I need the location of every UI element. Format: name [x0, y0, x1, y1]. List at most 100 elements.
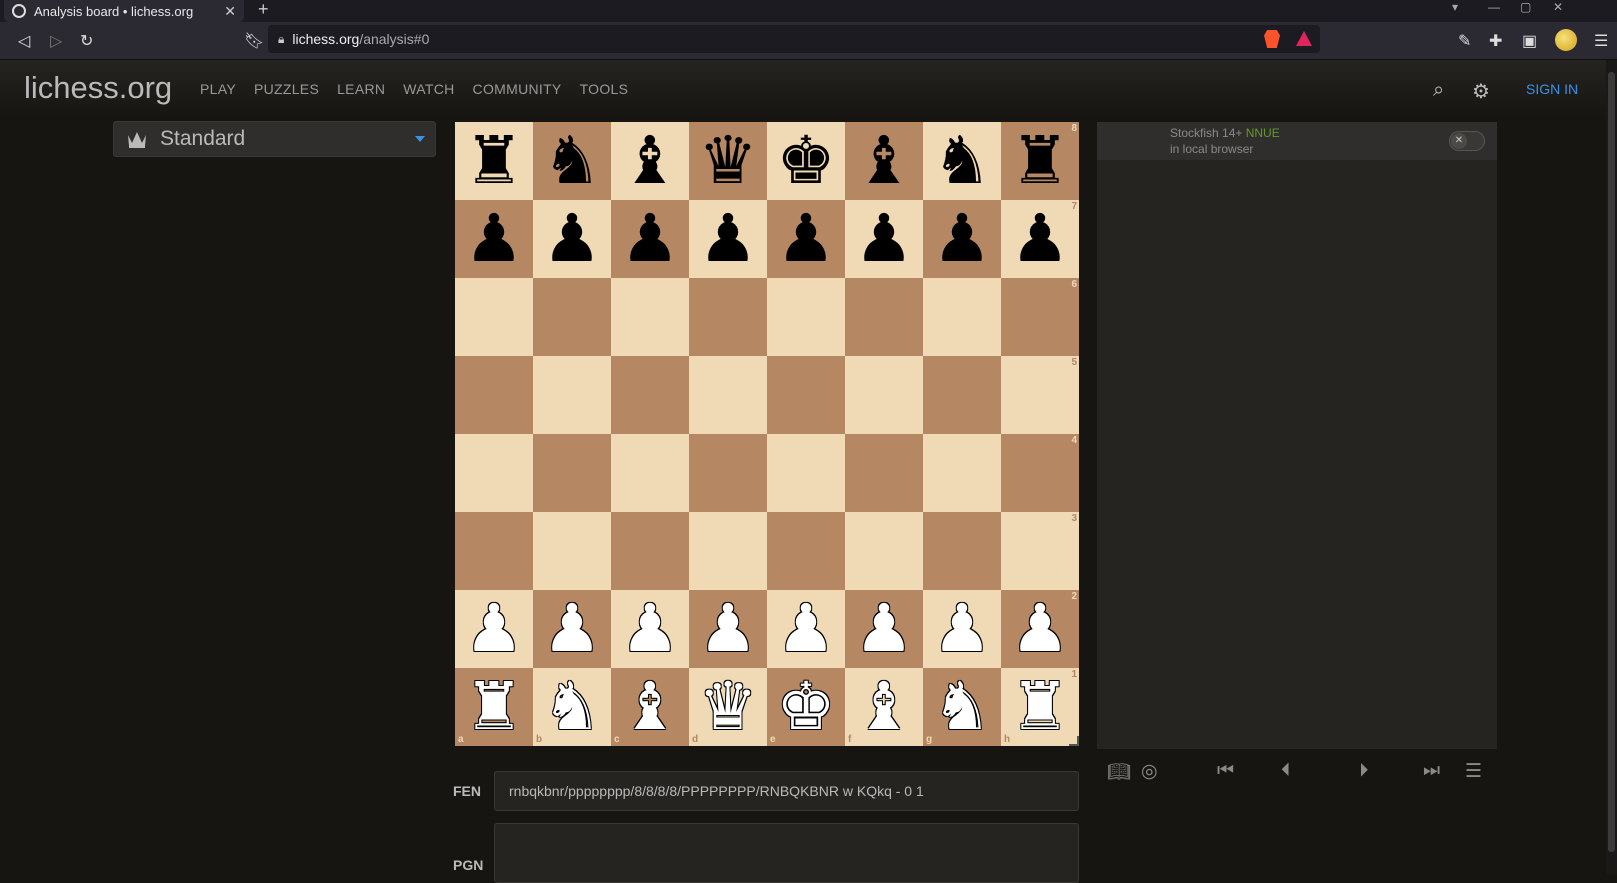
- minimize-icon[interactable]: —: [1488, 0, 1500, 14]
- square-d1[interactable]: ♛ d: [689, 668, 767, 746]
- square-e5[interactable]: [767, 356, 845, 434]
- browser-tab[interactable]: Analysis board • lichess.org ✕: [4, 0, 244, 22]
- fen-input[interactable]: [494, 771, 1079, 811]
- square-f5[interactable]: [845, 356, 923, 434]
- square-f6[interactable]: [845, 278, 923, 356]
- next-move-icon[interactable]: ⏵: [1359, 760, 1369, 782]
- nav-community[interactable]: COMMUNITY: [473, 81, 562, 97]
- square-b7[interactable]: ♟: [533, 200, 611, 278]
- square-h3[interactable]: 3: [1001, 512, 1079, 590]
- previous-move-icon[interactable]: ⏴: [1281, 760, 1291, 782]
- square-g5[interactable]: [923, 356, 1001, 434]
- square-a5[interactable]: [455, 356, 533, 434]
- chess-piece[interactable]: ♝: [620, 668, 679, 746]
- square-h2[interactable]: ♟ 2: [1001, 590, 1079, 668]
- square-e1[interactable]: ♚ e: [767, 668, 845, 746]
- square-g3[interactable]: [923, 512, 1001, 590]
- square-f2[interactable]: ♟: [845, 590, 923, 668]
- square-b4[interactable]: [533, 434, 611, 512]
- square-b6[interactable]: [533, 278, 611, 356]
- square-h8[interactable]: ♜ 8: [1001, 122, 1079, 200]
- search-icon[interactable]: ⌕: [1433, 79, 1444, 102]
- square-b3[interactable]: [533, 512, 611, 590]
- chess-piece[interactable]: ♟: [854, 200, 913, 278]
- square-d3[interactable]: [689, 512, 767, 590]
- square-c3[interactable]: [611, 512, 689, 590]
- square-g4[interactable]: [923, 434, 1001, 512]
- chess-piece[interactable]: ♟: [542, 590, 601, 668]
- chess-board[interactable]: ♜ ♞ ♝ ♛ ♚ ♝ ♞ ♜ 8 ♟ ♟ ♟ ♟ ♟ ♟ ♟ ♟ 7 6 5 4 3 ♟ ♟ ♟ ♟ ♟ ♟ ♟ ♟ 2 ♜ a ♞ b ♝ c ♛ d ♚…: [455, 122, 1079, 746]
- opening-explorer-icon[interactable]: 📖︎: [1107, 760, 1131, 784]
- square-e2[interactable]: ♟: [767, 590, 845, 668]
- square-c8[interactable]: ♝: [611, 122, 689, 200]
- square-b5[interactable]: [533, 356, 611, 434]
- square-e7[interactable]: ♟: [767, 200, 845, 278]
- square-c2[interactable]: ♟: [611, 590, 689, 668]
- chess-piece[interactable]: ♚: [776, 668, 835, 746]
- chess-piece[interactable]: ♟: [776, 200, 835, 278]
- chess-piece[interactable]: ♟: [932, 590, 991, 668]
- square-d2[interactable]: ♟: [689, 590, 767, 668]
- square-d5[interactable]: [689, 356, 767, 434]
- chess-piece[interactable]: ♟: [698, 200, 757, 278]
- square-d7[interactable]: ♟: [689, 200, 767, 278]
- square-f1[interactable]: ♝ f: [845, 668, 923, 746]
- first-move-icon[interactable]: ⏮: [1217, 760, 1234, 782]
- close-tab-icon[interactable]: ✕: [224, 3, 236, 20]
- square-g8[interactable]: ♞: [923, 122, 1001, 200]
- page-scrollbar[interactable]: [1606, 60, 1617, 874]
- wallet-icon[interactable]: ▣: [1522, 31, 1537, 51]
- square-e4[interactable]: [767, 434, 845, 512]
- square-h6[interactable]: 6: [1001, 278, 1079, 356]
- pgn-input[interactable]: [494, 823, 1079, 883]
- chess-piece[interactable]: ♜: [464, 122, 523, 200]
- chess-piece[interactable]: ♟: [854, 590, 913, 668]
- gear-icon[interactable]: ⚙: [1472, 79, 1490, 104]
- nav-play[interactable]: PLAY: [200, 81, 236, 97]
- board-resize-handle[interactable]: [1069, 736, 1079, 746]
- square-a2[interactable]: ♟: [455, 590, 533, 668]
- square-c7[interactable]: ♟: [611, 200, 689, 278]
- chess-piece[interactable]: ♟: [776, 590, 835, 668]
- square-c1[interactable]: ♝ c: [611, 668, 689, 746]
- chess-piece[interactable]: ♜: [464, 668, 523, 746]
- square-f4[interactable]: [845, 434, 923, 512]
- chess-piece[interactable]: ♝: [854, 122, 913, 200]
- reload-icon[interactable]: ↻: [80, 31, 93, 51]
- square-h4[interactable]: 4: [1001, 434, 1079, 512]
- square-d8[interactable]: ♛: [689, 122, 767, 200]
- chess-piece[interactable]: ♞: [932, 122, 991, 200]
- square-b1[interactable]: ♞ b: [533, 668, 611, 746]
- brave-shields-icon[interactable]: [1264, 30, 1280, 48]
- engine-toggle[interactable]: ✕: [1449, 131, 1485, 151]
- back-icon[interactable]: ◁: [18, 31, 30, 51]
- square-e3[interactable]: [767, 512, 845, 590]
- square-f3[interactable]: [845, 512, 923, 590]
- chess-piece[interactable]: ♞: [542, 122, 601, 200]
- sign-in-link[interactable]: SIGN IN: [1526, 81, 1578, 97]
- square-a7[interactable]: ♟: [455, 200, 533, 278]
- new-tab-button[interactable]: +: [258, 0, 269, 20]
- chess-piece[interactable]: ♝: [854, 668, 913, 746]
- tab-search-icon[interactable]: ▾: [1452, 0, 1458, 14]
- chess-piece[interactable]: ♛: [698, 668, 757, 746]
- square-c6[interactable]: [611, 278, 689, 356]
- square-e8[interactable]: ♚: [767, 122, 845, 200]
- chess-piece[interactable]: ♟: [464, 590, 523, 668]
- chess-piece[interactable]: ♟: [698, 590, 757, 668]
- site-logo[interactable]: lichess.org: [24, 70, 172, 106]
- chess-piece[interactable]: ♜: [1010, 122, 1069, 200]
- menu-icon[interactable]: ☰: [1465, 760, 1482, 783]
- chess-piece[interactable]: ♝: [620, 122, 679, 200]
- bookmark-icon[interactable]: 🔖︎: [244, 31, 264, 51]
- puzzle-extensions-icon[interactable]: ✚: [1489, 31, 1502, 51]
- chess-piece[interactable]: ♟: [932, 200, 991, 278]
- square-a8[interactable]: ♜: [455, 122, 533, 200]
- square-a3[interactable]: [455, 512, 533, 590]
- square-d6[interactable]: [689, 278, 767, 356]
- chess-piece[interactable]: ♟: [620, 590, 679, 668]
- square-a4[interactable]: [455, 434, 533, 512]
- square-f7[interactable]: ♟: [845, 200, 923, 278]
- chess-piece[interactable]: ♟: [620, 200, 679, 278]
- nav-puzzles[interactable]: PUZZLES: [254, 81, 319, 97]
